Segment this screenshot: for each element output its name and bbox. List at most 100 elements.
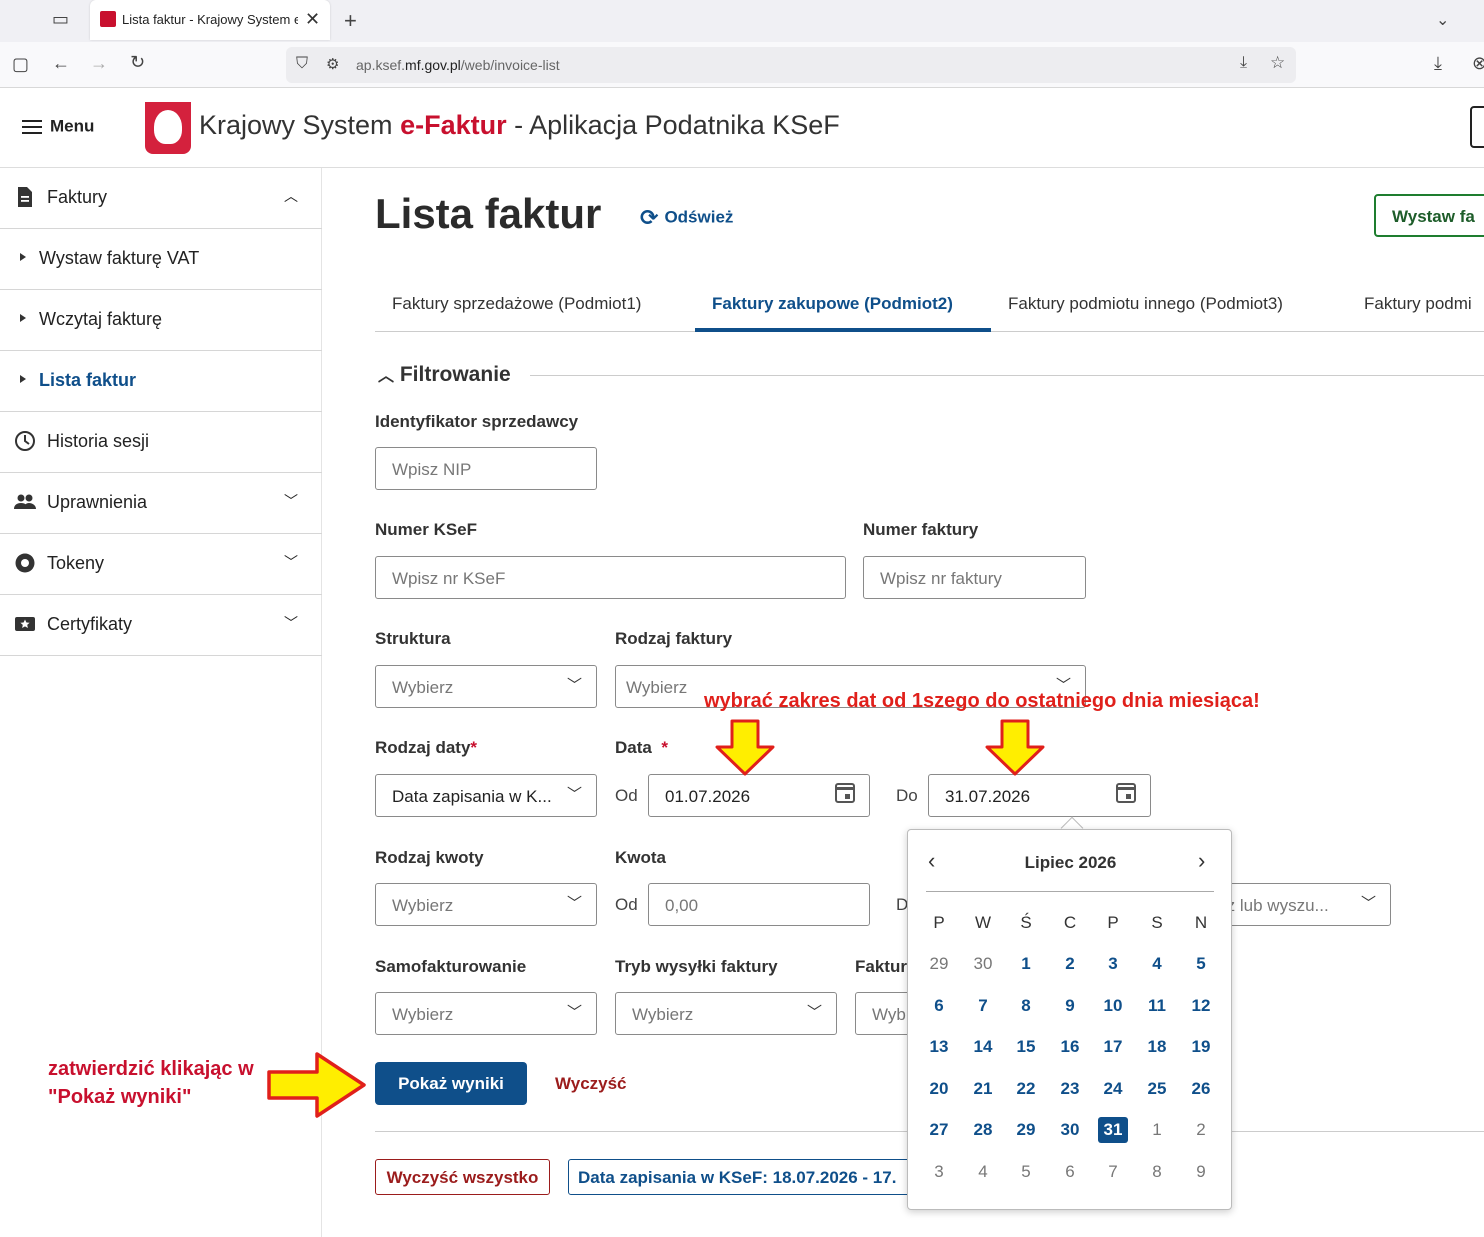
sidebar-item-faktury[interactable]: Faktury ︿ [0, 168, 322, 229]
date-type-select[interactable]: Data zapisania w K... ﹀ [375, 774, 597, 817]
back-icon[interactable]: ← [52, 53, 70, 74]
issue-invoice-button[interactable]: Wystaw fa [1374, 194, 1484, 237]
sidebar-item-historia-sesji[interactable]: Historia sesji [0, 412, 322, 473]
sidebar-item-uprawnienia[interactable]: Uprawnienia ﹀ [0, 473, 322, 534]
sidebar-item-lista-faktur[interactable]: Lista faktur [0, 351, 322, 412]
header-account-button[interactable] [1470, 106, 1484, 148]
clear-all-filters-button[interactable]: Wyczyść wszystko [375, 1159, 550, 1195]
amount-type-select[interactable]: Wybierz ﹀ [375, 883, 597, 926]
calendar-day[interactable]: 1 [1011, 951, 1041, 977]
calendar-day-outside-month[interactable]: 29 [924, 951, 954, 977]
calendar-day[interactable]: 29 [1011, 1117, 1041, 1143]
forward-icon[interactable]: → [90, 53, 108, 74]
clear-button[interactable]: Wyczyść [555, 1074, 627, 1094]
save-page-icon[interactable]: ⤓ [1240, 54, 1247, 72]
calendar-day[interactable]: 16 [1055, 1034, 1085, 1060]
calendar-day[interactable]: 7 [968, 993, 998, 1019]
calendar-icon[interactable] [1116, 783, 1136, 803]
show-results-button[interactable]: Pokaż wyniki [375, 1062, 527, 1105]
calendar-day[interactable]: 19 [1186, 1034, 1216, 1060]
active-date-filter-chip[interactable]: Data zapisania w KSeF: 18.07.2026 - 17. [568, 1159, 928, 1195]
calendar-day[interactable]: 8 [1011, 993, 1041, 1019]
calendar-day-outside-month[interactable]: 30 [968, 951, 998, 977]
refresh-button[interactable]: ⟳ Odśwież [640, 205, 733, 231]
calendar-day[interactable]: 22 [1011, 1076, 1041, 1102]
calendar-day-outside-month[interactable]: 2 [1186, 1117, 1216, 1143]
menu-button[interactable]: Menu [22, 116, 94, 138]
invoice-number-input[interactable]: Wpisz nr faktury [863, 556, 1086, 599]
calendar-day[interactable]: 9 [1055, 993, 1085, 1019]
currency-value: rz lub wyszu... [1221, 896, 1329, 915]
date-from-input[interactable]: 01.07.2026 [648, 774, 870, 817]
extensions-icon[interactable]: ⊗ [1472, 53, 1484, 74]
bullet-triangle-icon [20, 375, 26, 383]
calendar-day[interactable]: 14 [968, 1034, 998, 1060]
sidebar-item-tokeny[interactable]: Tokeny ﹀ [0, 534, 322, 595]
calendar-day[interactable]: 21 [968, 1076, 998, 1102]
bookmark-star-icon[interactable]: ☆ [1270, 53, 1285, 73]
invoice-tabs: Faktury sprzedażowe (Podmiot1) Faktury z… [375, 280, 1484, 332]
downloads-icon[interactable]: ⤓ [1434, 53, 1442, 74]
calendar-day-outside-month[interactable]: 9 [1186, 1159, 1216, 1185]
calendar-day[interactable]: 28 [968, 1117, 998, 1143]
self-invoicing-select[interactable]: Wybierz ﹀ [375, 992, 597, 1035]
calendar-day[interactable]: 15 [1011, 1034, 1041, 1060]
date-to-input[interactable]: 31.07.2026 [928, 774, 1151, 817]
next-month-icon[interactable]: › [1198, 848, 1205, 874]
sidebar-toggle-icon[interactable]: ▢ [12, 54, 29, 75]
sidebar-item-wystaw-fakture[interactable]: Wystaw fakturę VAT [0, 229, 322, 290]
calendar-day[interactable]: 3 [1098, 951, 1128, 977]
calendar-day-outside-month[interactable]: 4 [968, 1159, 998, 1185]
calendar-day[interactable]: 5 [1186, 951, 1216, 977]
site-permissions-icon[interactable]: ⚙ [326, 55, 339, 73]
tab-purchase-invoices[interactable]: Faktury zakupowe (Podmiot2) [712, 294, 953, 314]
shield-icon[interactable]: ⛉ [296, 55, 308, 73]
seller-nip-input[interactable]: Wpisz NIP [375, 447, 597, 490]
tab-sales-invoices[interactable]: Faktury sprzedażowe (Podmiot1) [392, 294, 641, 314]
new-tab-icon[interactable]: + [344, 8, 357, 34]
browser-tab-active[interactable]: Lista faktur - Krajowy System e-Fakt ✕ [90, 0, 330, 40]
sidebar-item-wczytaj-fakture[interactable]: Wczytaj fakturę [0, 290, 322, 351]
calendar-day-outside-month[interactable]: 3 [924, 1159, 954, 1185]
calendar-day-outside-month[interactable]: 1 [1142, 1117, 1172, 1143]
calendar-day[interactable]: 17 [1098, 1034, 1128, 1060]
calendar-day-outside-month[interactable]: 7 [1098, 1159, 1128, 1185]
chevron-down-icon: ﹀ [284, 493, 298, 509]
close-tab-icon[interactable]: ✕ [305, 9, 320, 30]
calendar-day[interactable]: 30 [1055, 1117, 1085, 1143]
calendar-day[interactable]: 2 [1055, 951, 1085, 977]
calendar-day[interactable]: 26 [1186, 1076, 1216, 1102]
calendar-day[interactable]: 12 [1186, 993, 1216, 1019]
app-title-part2: - Aplikacja Podatnika KSeF [506, 110, 840, 140]
calendar-day-outside-month[interactable]: 5 [1011, 1159, 1041, 1185]
calendar-day[interactable]: 31 [1098, 1117, 1128, 1143]
ksef-number-input[interactable]: Wpisz nr KSeF [375, 556, 846, 599]
address-bar[interactable]: ⛉ ⚙ ap.ksef.mf.gov.pl/web/invoice-list ⤓… [286, 47, 1296, 83]
calendar-day[interactable]: 10 [1098, 993, 1128, 1019]
calendar-day[interactable]: 23 [1055, 1076, 1085, 1102]
calendar-day[interactable]: 4 [1142, 951, 1172, 977]
calendar-day-outside-month[interactable]: 6 [1055, 1159, 1085, 1185]
date-range-hint-annotation: wybrać zakres dat od 1szego do ostatnieg… [704, 690, 1260, 712]
calendar-day[interactable]: 13 [924, 1034, 954, 1060]
reload-icon[interactable]: ↻ [130, 52, 145, 73]
calendar-day[interactable]: 6 [924, 993, 954, 1019]
tab-list-chevron-icon[interactable]: ⌄ [1436, 10, 1449, 30]
send-mode-select[interactable]: Wybierz ﹀ [615, 992, 837, 1035]
calendar-day[interactable]: 27 [924, 1117, 954, 1143]
calendar-day[interactable]: 24 [1098, 1076, 1128, 1102]
self-invoicing-value: Wybierz [392, 1005, 454, 1024]
calendar-day[interactable]: 25 [1142, 1076, 1172, 1102]
tab-authorized-entity-invoices[interactable]: Faktury podmi [1364, 294, 1472, 314]
calendar-day[interactable]: 11 [1142, 993, 1172, 1019]
tab-overview-icon[interactable]: ▭ [52, 9, 69, 30]
calendar-day[interactable]: 18 [1142, 1034, 1172, 1060]
calendar-icon[interactable] [835, 783, 855, 803]
amount-from-input[interactable]: 0,00 [648, 883, 870, 926]
structure-select[interactable]: Wybierz ﹀ [375, 665, 597, 708]
calendar-day-outside-month[interactable]: 8 [1142, 1159, 1172, 1185]
filter-section-toggle[interactable]: ︿ Filtrowanie [378, 362, 511, 387]
tab-other-entity-invoices[interactable]: Faktury podmiotu innego (Podmiot3) [1008, 294, 1283, 314]
sidebar-item-certyfikaty[interactable]: Certyfikaty ﹀ [0, 595, 322, 656]
calendar-day[interactable]: 20 [924, 1076, 954, 1102]
